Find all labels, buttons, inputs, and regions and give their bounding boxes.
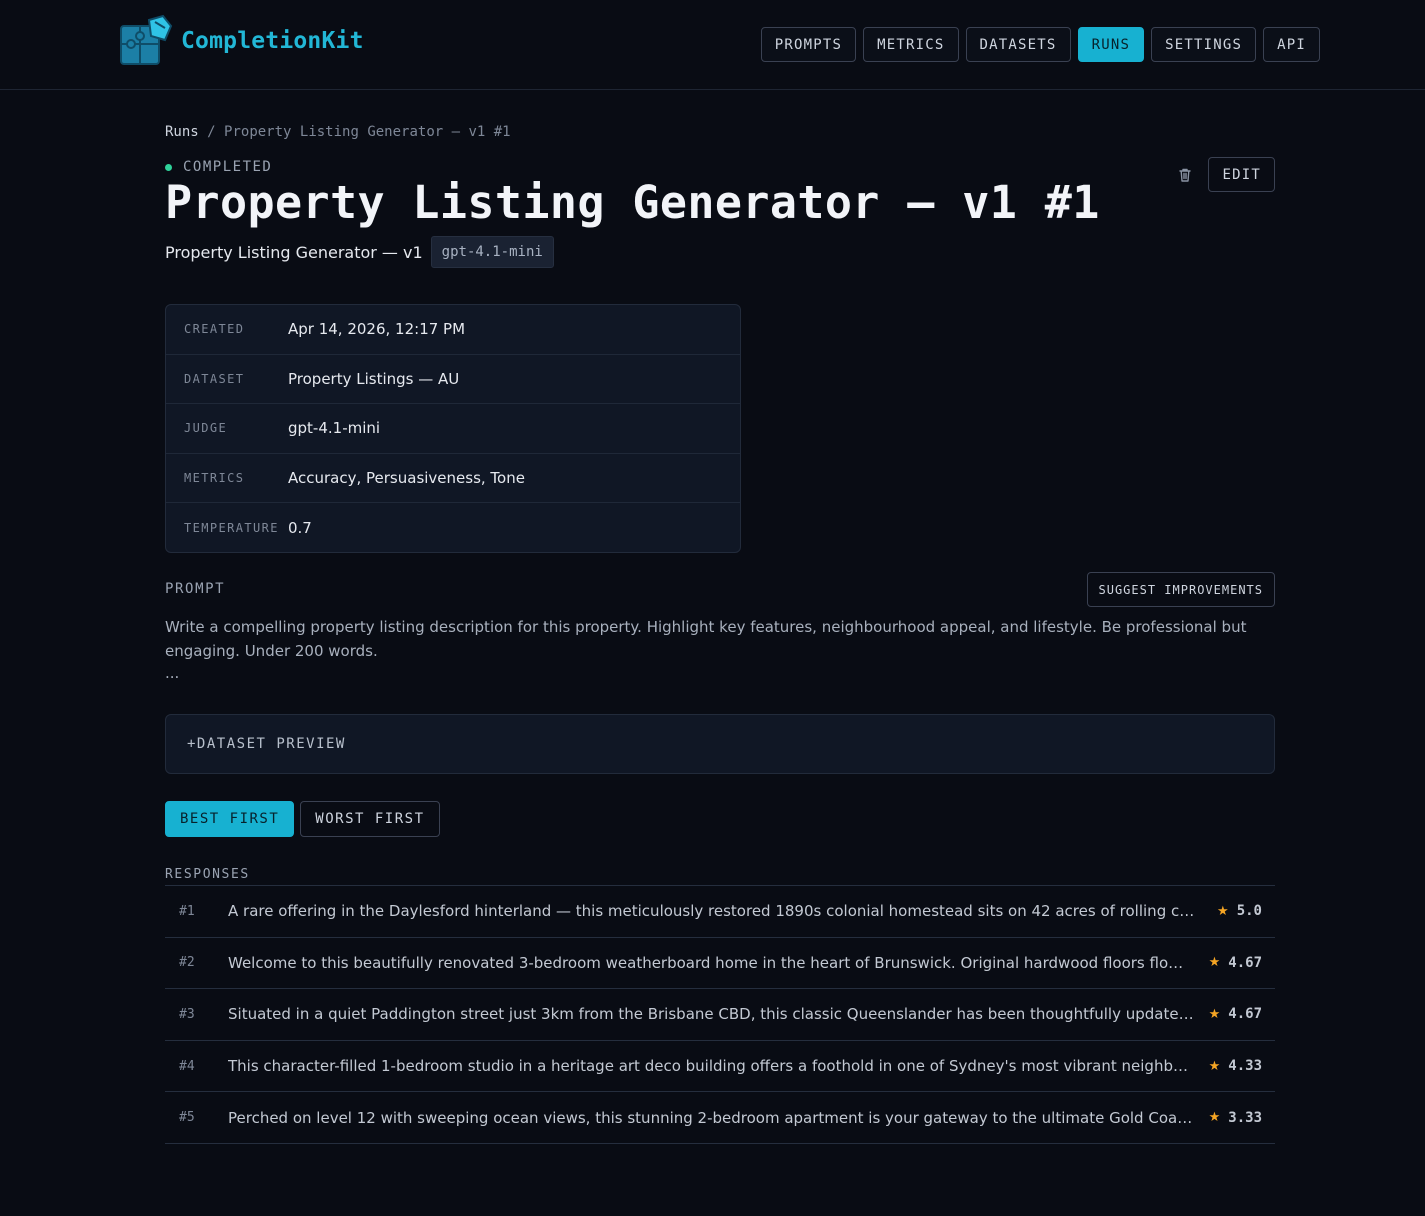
response-score: ★ 5.0 [1203, 903, 1275, 919]
breadcrumb-separator: / [207, 124, 216, 140]
response-row[interactable]: #2 Welcome to this beautifully renovated… [165, 938, 1275, 990]
meta-key: JUDGE [184, 421, 228, 436]
model-badge: gpt-4.1-mini [430, 236, 554, 268]
edit-button[interactable]: EDIT [1208, 157, 1275, 192]
response-row[interactable]: #1 A rare offering in the Daylesford hin… [165, 886, 1275, 938]
meta-row-judge: JUDGE gpt-4.1-mini [166, 404, 740, 454]
response-score: ★ 4.67 [1195, 1006, 1275, 1022]
response-text: A rare offering in the Daylesford hinter… [228, 902, 1204, 921]
breadcrumb: Runs / Property Listing Generator — v1 #… [165, 124, 511, 140]
star-icon: ★ [1208, 1058, 1221, 1074]
trash-icon[interactable] [1177, 167, 1193, 183]
star-icon: ★ [1208, 955, 1221, 971]
puzzle-icon [120, 14, 173, 65]
prompt-section-label: PROMPT [165, 581, 226, 597]
run-meta-card: CREATED Apr 14, 2026, 12:17 PM DATASET P… [165, 304, 741, 553]
run-actions: EDIT [1177, 157, 1275, 192]
meta-key: TEMPERATURE [184, 521, 279, 536]
score-value: 3.33 [1228, 1109, 1262, 1126]
worst-first-button[interactable]: WORST FIRST [300, 801, 440, 837]
meta-value: Property Listings — AU [288, 369, 460, 388]
nav-runs[interactable]: RUNS [1077, 27, 1145, 62]
score-value: 4.67 [1228, 954, 1262, 971]
meta-row-temperature: TEMPERATURE 0.7 [166, 503, 740, 552]
status-label: COMPLETED [183, 159, 273, 175]
run-subtitle: Property Listing Generator — v1 gpt-4.1-… [165, 236, 554, 268]
status-badge: COMPLETED [165, 159, 272, 175]
response-row[interactable]: #5 Perched on level 12 with sweeping oce… [165, 1092, 1275, 1144]
nav-metrics[interactable]: METRICS [863, 27, 959, 62]
meta-row-metrics: METRICS Accuracy, Persuasiveness, Tone [166, 454, 740, 504]
nav-api[interactable]: API [1263, 27, 1320, 62]
response-text: Welcome to this beautifully renovated 3-… [228, 953, 1195, 972]
response-text: This character-filled 1-bedroom studio i… [228, 1057, 1195, 1076]
main-nav: PROMPTS METRICS DATASETS RUNS SETTINGS A… [760, 27, 1320, 62]
score-value: 4.33 [1228, 1058, 1262, 1075]
response-rank: #4 [179, 1058, 195, 1074]
page-title: Property Listing Generator — v1 #1 [165, 176, 1100, 229]
breadcrumb-current: Property Listing Generator — v1 #1 [224, 124, 511, 140]
response-text: Situated in a quiet Paddington street ju… [228, 1005, 1195, 1024]
response-rank: #2 [179, 955, 195, 971]
meta-value: Apr 14, 2026, 12:17 PM [288, 320, 466, 339]
brand[interactable]: CompletionKit [119, 14, 364, 68]
nav-settings[interactable]: SETTINGS [1151, 27, 1257, 62]
nav-prompts[interactable]: PROMPTS [760, 27, 857, 62]
score-value: 5.0 [1236, 903, 1262, 920]
response-score: ★ 4.33 [1195, 1058, 1275, 1074]
score-value: 4.67 [1228, 1006, 1262, 1023]
response-text: Perched on level 12 with sweeping ocean … [228, 1108, 1195, 1127]
meta-row-created: CREATED Apr 14, 2026, 12:17 PM [166, 305, 740, 355]
status-dot-icon [165, 163, 172, 171]
response-rank: #5 [179, 1110, 195, 1126]
star-icon: ★ [1208, 1006, 1221, 1022]
app-name: CompletionKit [181, 28, 364, 54]
response-score: ★ 4.67 [1195, 955, 1275, 971]
response-row[interactable]: #3 Situated in a quiet Paddington street… [165, 989, 1275, 1041]
breadcrumb-runs-link[interactable]: Runs [165, 124, 199, 140]
meta-value: 0.7 [288, 519, 312, 538]
meta-key: METRICS [184, 471, 245, 486]
dataset-preview-label: +DATASET PREVIEW [187, 736, 346, 752]
top-bar: CompletionKit PROMPTS METRICS DATASETS R… [0, 0, 1425, 90]
nav-datasets[interactable]: DATASETS [965, 27, 1071, 62]
best-first-button[interactable]: BEST FIRST [165, 801, 295, 837]
response-score: ★ 3.33 [1195, 1110, 1275, 1126]
prompt-name[interactable]: Property Listing Generator — v1 [165, 243, 423, 262]
response-row[interactable]: #4 This character-filled 1-bedroom studi… [165, 1041, 1275, 1093]
star-icon: ★ [1208, 1110, 1221, 1126]
meta-value: gpt-4.1-mini [288, 419, 381, 438]
meta-row-dataset: DATASET Property Listings — AU [166, 355, 740, 405]
prompt-text: Write a compelling property listing desc… [165, 618, 1247, 660]
responses-section-label: RESPONSES [165, 867, 250, 882]
response-rank: #3 [179, 1006, 195, 1022]
star-icon: ★ [1217, 903, 1229, 919]
meta-key: DATASET [184, 371, 245, 386]
sort-toggle: BEST FIRST WORST FIRST [165, 801, 440, 837]
meta-key: CREATED [184, 322, 245, 337]
dataset-preview-toggle[interactable]: +DATASET PREVIEW [165, 714, 1275, 774]
prompt-expand[interactable]: ... [165, 664, 179, 682]
responses-list: #1 A rare offering in the Daylesford hin… [165, 885, 1275, 1144]
suggest-improvements-button[interactable]: SUGGEST IMPROVEMENTS [1086, 572, 1275, 607]
meta-value: Accuracy, Persuasiveness, Tone [288, 469, 525, 488]
response-rank: #1 [179, 903, 195, 919]
